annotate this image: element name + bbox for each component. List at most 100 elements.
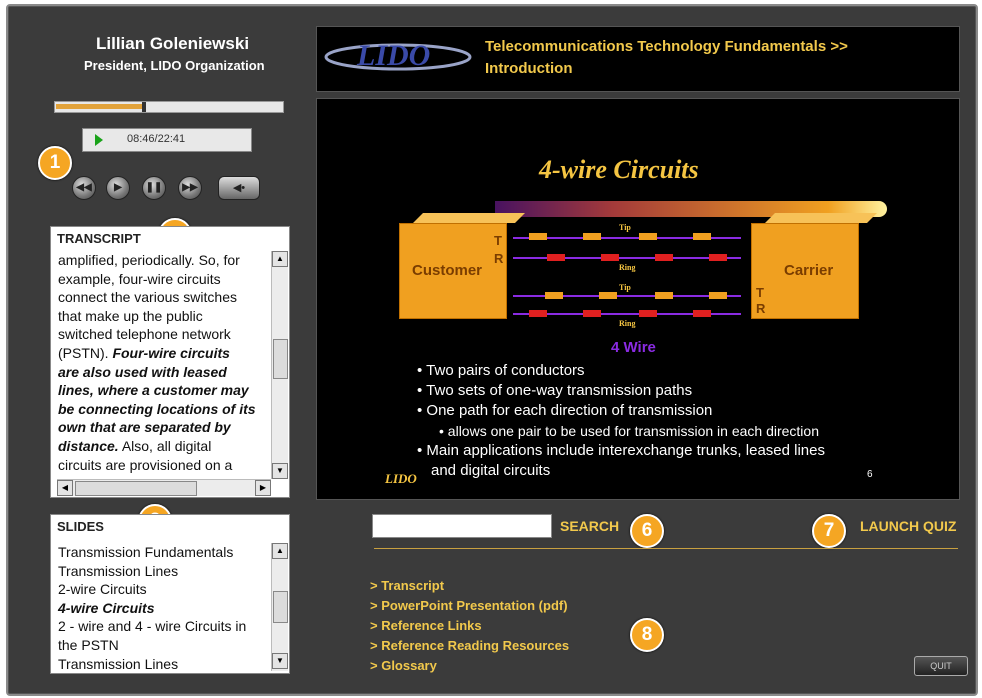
- ring-label-1: Ring: [619, 263, 636, 272]
- transcript-line-text: connect the various switches: [58, 289, 237, 306]
- transcript-line-text: be connecting locations of its: [58, 400, 256, 417]
- transcript-line-text: (PSTN).: [58, 344, 113, 361]
- slides-list: Transmission Fundamentals Transmission Li…: [58, 543, 246, 673]
- ring-arrow: [709, 254, 727, 261]
- ring-arrow: [547, 254, 565, 261]
- play-button[interactable]: ▶: [106, 176, 130, 200]
- launch-quiz-button[interactable]: LAUNCH QUIZ: [860, 518, 956, 534]
- transcript-line: that make up the public: [58, 307, 256, 326]
- transcript-line-emphasis: Four-wire circuits: [112, 344, 230, 361]
- callout-badge-6: 6: [630, 514, 664, 548]
- transcript-line: be connecting locations of its: [58, 400, 256, 419]
- slide-list-item[interactable]: 2 - wire and 4 - wire Circuits in: [58, 617, 246, 636]
- carrier-r-label: R: [756, 301, 766, 316]
- slide-bullet: and digital circuits: [431, 462, 551, 479]
- transcript-text: amplified, periodically. So, for example,…: [58, 251, 256, 474]
- transcript-line: are also used with leased: [58, 363, 256, 382]
- transcript-panel: TRANSCRIPT amplified, periodically. So, …: [50, 226, 290, 498]
- playback-progress-bar[interactable]: [54, 101, 284, 113]
- slide-page-number: 6: [867, 469, 873, 480]
- scroll-thumb[interactable]: [273, 591, 288, 623]
- presenter-title: President, LIDO Organization: [84, 58, 265, 73]
- course-header: LIDO Telecommunications Technology Funda…: [316, 26, 960, 92]
- transcript-line: (PSTN). Four-wire circuits: [58, 344, 256, 363]
- slide-footer-logo: LIDO: [385, 471, 417, 486]
- transcript-line-text: that make up the public: [58, 307, 203, 324]
- scroll-right-button[interactable]: ▶: [255, 480, 271, 496]
- tip-label-2: Tip: [619, 283, 631, 292]
- slide-title: 4-wire Circuits: [539, 155, 699, 184]
- transcript-vertical-scrollbar[interactable]: ▲ ▼: [271, 251, 288, 479]
- volume-button[interactable]: ◀•: [218, 176, 260, 200]
- slides-heading: SLIDES: [57, 519, 104, 534]
- slide-list-item[interactable]: Transmission Lines: [58, 655, 246, 674]
- transcript-heading: TRANSCRIPT: [57, 231, 141, 246]
- scroll-up-button[interactable]: ▲: [272, 251, 288, 267]
- ring-arrow: [639, 310, 657, 317]
- quit-button[interactable]: QUIT: [914, 656, 968, 676]
- search-button[interactable]: SEARCH: [560, 518, 619, 534]
- tip-arrow: [599, 292, 617, 299]
- link-reference-reading[interactable]: > Reference Reading Resources: [370, 638, 569, 653]
- transcript-horizontal-scrollbar[interactable]: ◀ ▶: [57, 479, 271, 496]
- link-glossary[interactable]: > Glossary: [370, 658, 437, 673]
- slide-list-item[interactable]: the PSTN: [58, 636, 246, 655]
- slide-list-item[interactable]: 4-wire Circuits: [58, 599, 246, 618]
- progress-fill: [56, 104, 142, 109]
- tip-arrow: [529, 233, 547, 240]
- slide-list-item[interactable]: Transmission Lines: [58, 562, 246, 581]
- tip-arrow: [693, 233, 711, 240]
- pause-button[interactable]: ❚❚: [142, 176, 166, 200]
- link-reference-links[interactable]: > Reference Links: [370, 618, 482, 633]
- tip-arrow: [545, 292, 563, 299]
- link-transcript[interactable]: > Transcript: [370, 578, 444, 593]
- slide-list-item[interactable]: Transmission Fundamentals: [58, 543, 246, 562]
- tip-arrow: [583, 233, 601, 240]
- ring-arrow: [655, 254, 673, 261]
- slide-bullet: • One path for each direction of transmi…: [417, 402, 713, 419]
- diagram-caption: 4 Wire: [611, 339, 656, 356]
- transcript-line: lines, where a customer may: [58, 381, 256, 400]
- scroll-up-button[interactable]: ▲: [272, 543, 288, 559]
- carrier-box: Carrier T R: [751, 223, 859, 319]
- scroll-thumb[interactable]: [273, 339, 288, 379]
- arrow-down-icon: ▼: [276, 466, 284, 475]
- slide-list-item[interactable]: 2-wire Circuits: [58, 580, 246, 599]
- play-icon: ▶: [114, 182, 122, 193]
- fast-forward-button[interactable]: ▶▶: [178, 176, 202, 200]
- slide-bullet: • allows one pair to be used for transmi…: [439, 423, 819, 439]
- search-input[interactable]: [372, 514, 552, 538]
- ring-arrow: [583, 310, 601, 317]
- tip-arrow: [709, 292, 727, 299]
- transcript-line-text: amplified, periodically. So, for: [58, 252, 240, 268]
- transcript-line-text: example, four-wire circuits: [58, 270, 221, 287]
- transcript-line-text: lines, where a customer may: [58, 382, 249, 399]
- pause-icon: ❚❚: [145, 182, 163, 193]
- slides-vertical-scrollbar[interactable]: ▲ ▼: [271, 543, 288, 671]
- customer-box: Customer T R: [399, 223, 507, 319]
- transcript-line-text: circuits are provisioned on a: [58, 456, 233, 473]
- arrow-up-icon: ▲: [276, 546, 284, 555]
- time-readout: 08:46/22:41: [127, 133, 186, 145]
- transcript-line: own that are separated by: [58, 418, 256, 437]
- transcript-line-text: switched telephone network: [58, 326, 231, 343]
- scroll-down-button[interactable]: ▼: [272, 653, 288, 669]
- course-title-line1: Telecommunications Technology Fundamenta…: [485, 38, 848, 55]
- customer-label: Customer: [412, 262, 483, 279]
- rewind-button[interactable]: ◀◀: [72, 176, 96, 200]
- fast-forward-icon: ▶▶: [182, 182, 198, 193]
- transcript-line: connect the various switches: [58, 288, 256, 307]
- scroll-left-button[interactable]: ◀: [57, 480, 73, 496]
- carrier-label: Carrier: [784, 262, 834, 279]
- scroll-down-button[interactable]: ▼: [272, 463, 288, 479]
- ring-arrow: [693, 310, 711, 317]
- link-powerpoint-pdf[interactable]: > PowerPoint Presentation (pdf): [370, 598, 568, 613]
- slides-panel: SLIDES Transmission Fundamentals Transmis…: [50, 514, 290, 674]
- tip-arrow: [655, 292, 673, 299]
- customer-r-label: R: [494, 251, 504, 266]
- transcript-line: example, four-wire circuits: [58, 270, 256, 289]
- progress-handle[interactable]: [141, 102, 146, 112]
- rewind-icon: ◀◀: [76, 182, 92, 193]
- course-title: Telecommunications Technology Fundamenta…: [485, 36, 848, 80]
- horizontal-scroll-thumb[interactable]: [75, 481, 197, 496]
